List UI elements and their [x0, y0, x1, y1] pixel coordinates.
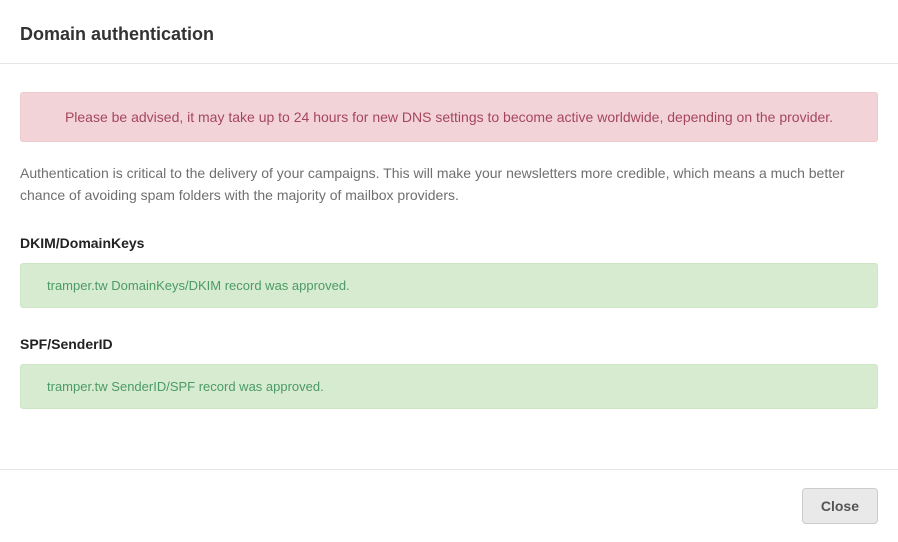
- modal-header: Domain authentication: [0, 0, 898, 64]
- dkim-heading: DKIM/DomainKeys: [20, 235, 878, 251]
- spf-status-alert: tramper.tw SenderID/SPF record was appro…: [20, 364, 878, 409]
- close-button[interactable]: Close: [802, 488, 878, 524]
- dns-warning-alert: Please be advised, it may take up to 24 …: [20, 92, 878, 142]
- modal-footer: Close: [0, 469, 898, 542]
- dkim-section: DKIM/DomainKeys tramper.tw DomainKeys/DK…: [20, 235, 878, 308]
- spf-section: SPF/SenderID tramper.tw SenderID/SPF rec…: [20, 336, 878, 409]
- modal-body: Please be advised, it may take up to 24 …: [0, 64, 898, 461]
- spf-heading: SPF/SenderID: [20, 336, 878, 352]
- auth-description: Authentication is critical to the delive…: [20, 162, 878, 207]
- dkim-status-alert: tramper.tw DomainKeys/DKIM record was ap…: [20, 263, 878, 308]
- page-title: Domain authentication: [20, 24, 878, 45]
